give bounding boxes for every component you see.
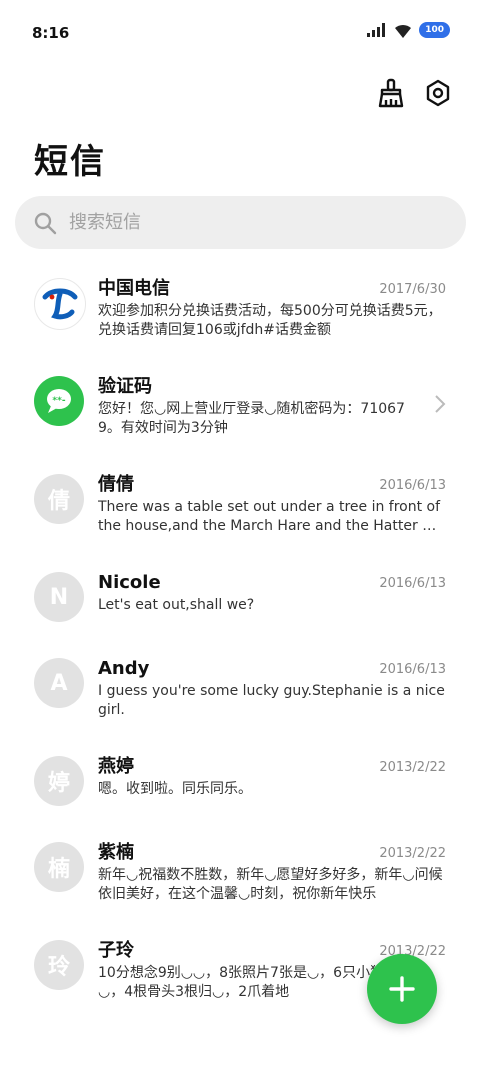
avatar: N xyxy=(34,572,84,622)
conversation-item[interactable]: N Nicole 2016/6/13 Let's eat out,shall w… xyxy=(0,558,480,644)
broom-icon[interactable] xyxy=(374,77,406,109)
contact-name: 验证码 xyxy=(98,376,152,397)
conversation-item[interactable]: **- 验证码 您好！您◡网上营业厅登录◡随机密码为：710679。有效时间为3… xyxy=(0,362,480,460)
wifi-icon xyxy=(395,24,412,38)
search-bar[interactable] xyxy=(15,196,466,249)
conversation-list: 中国电信 2017/6/30 欢迎参加积分兑换话费活动，每500分可兑换话费5元… xyxy=(0,264,480,1024)
message-preview: 嗯。收到啦。同乐同乐。 xyxy=(98,781,252,797)
conversation-item[interactable]: 倩 倩倩 2016/6/13 There was a table set out… xyxy=(0,460,480,558)
conversation-content: 紫楠 2013/2/22 新年◡祝福数不胜数，新年◡愿望好多好多，新年◡问候依旧… xyxy=(98,842,446,904)
conversation-item[interactable]: A Andy 2016/6/13 I guess you're some luc… xyxy=(0,644,480,742)
conversation-content: Andy 2016/6/13 I guess you're some lucky… xyxy=(98,658,446,720)
search-icon xyxy=(34,212,57,234)
new-message-button[interactable] xyxy=(367,954,437,1024)
plus-icon xyxy=(389,976,415,1002)
status-time: 8:16 xyxy=(32,24,70,42)
svg-text:**-: **- xyxy=(52,396,65,406)
settings-icon[interactable] xyxy=(422,77,454,109)
message-preview: 您好！您◡网上营业厅登录◡随机密码为：710679。有效时间为3分钟 xyxy=(98,401,405,436)
conversation-content: 倩倩 2016/6/13 There was a table set out u… xyxy=(98,474,446,536)
avatar: A xyxy=(34,658,84,708)
signal-icon xyxy=(367,23,386,37)
status-icons: 100 xyxy=(367,22,450,38)
message-preview: 欢迎参加积分兑换话费活动，每500分可兑换话费5元，兑换话费请回复106或jfd… xyxy=(98,303,442,338)
avatar: 倩 xyxy=(34,474,84,524)
conversation-item[interactable]: 楠 紫楠 2013/2/22 新年◡祝福数不胜数，新年◡愿望好多好多，新年◡问候… xyxy=(0,828,480,926)
conversation-content: 燕婷 2013/2/22 嗯。收到啦。同乐同乐。 xyxy=(98,756,446,799)
message-date: 2016/6/13 xyxy=(379,576,446,591)
conversation-content: Nicole 2016/6/13 Let's eat out,shall we? xyxy=(98,572,446,615)
chevron-right-icon xyxy=(435,395,446,413)
battery-indicator: 100 xyxy=(419,22,450,38)
message-preview: 新年◡祝福数不胜数，新年◡愿望好多好多，新年◡问候依旧美好，在这个温馨◡时刻，祝… xyxy=(98,867,443,902)
china-telecom-logo xyxy=(34,278,86,330)
search-input[interactable] xyxy=(67,211,431,234)
conversation-content: 验证码 您好！您◡网上营业厅登录◡随机密码为：710679。有效时间为3分钟 xyxy=(98,376,446,438)
message-date: 2013/2/22 xyxy=(379,760,446,775)
message-date: 2013/2/22 xyxy=(379,846,446,861)
message-preview: There was a table set out under a tree i… xyxy=(98,499,443,534)
conversation-item[interactable]: 中国电信 2017/6/30 欢迎参加积分兑换话费活动，每500分可兑换话费5元… xyxy=(0,264,480,362)
conversation-item[interactable]: 婷 燕婷 2013/2/22 嗯。收到啦。同乐同乐。 xyxy=(0,742,480,828)
status-bar: 8:16 100 xyxy=(0,0,480,68)
message-preview: I guess you're some lucky guy.Stephanie … xyxy=(98,683,445,718)
message-date: 2017/6/30 xyxy=(379,282,446,297)
avatar: 楠 xyxy=(34,842,84,892)
message-preview: Let's eat out,shall we? xyxy=(98,597,255,613)
avatar: 婷 xyxy=(34,756,84,806)
message-icon: **- xyxy=(34,376,84,426)
conversation-content: 中国电信 2017/6/30 欢迎参加积分兑换话费活动，每500分可兑换话费5元… xyxy=(98,278,446,340)
message-date: 2016/6/13 xyxy=(379,662,446,677)
message-date: 2016/6/13 xyxy=(379,478,446,493)
avatar: 玲 xyxy=(34,940,84,990)
toolbar xyxy=(374,77,454,109)
page-title: 短信 xyxy=(34,142,106,182)
